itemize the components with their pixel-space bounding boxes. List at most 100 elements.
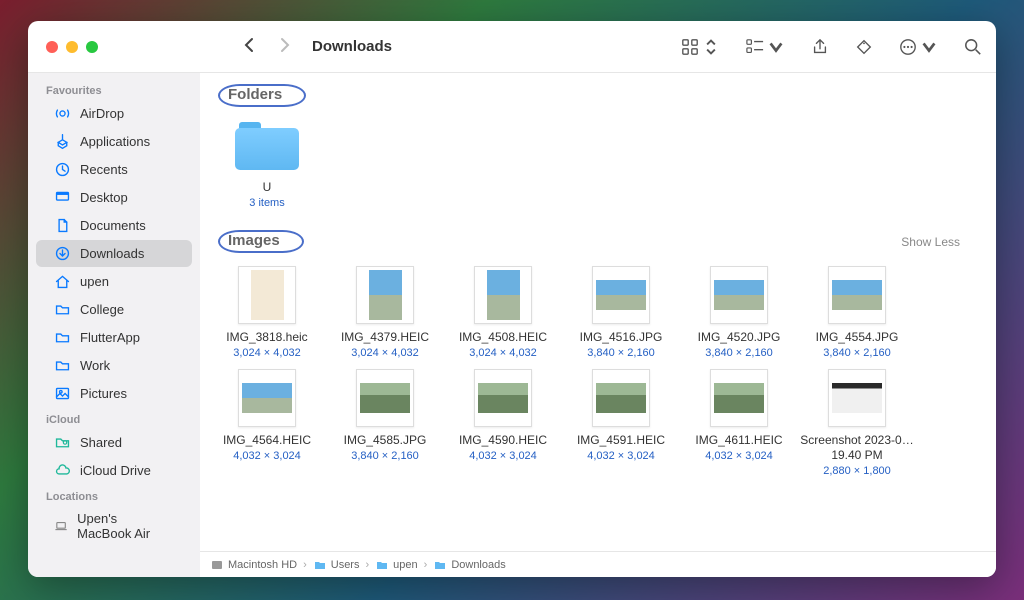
sidebar-item-downloads[interactable]: Downloads	[36, 240, 192, 267]
sidebar-item-flutterapp[interactable]: FlutterApp	[36, 324, 192, 351]
file-item[interactable]: IMG_4585.JPG3,840 × 2,160	[326, 367, 444, 477]
share-button[interactable]	[811, 38, 829, 56]
desktop-icon	[54, 189, 71, 206]
sidebar-item-upen-s-macbook-air[interactable]: Upen's MacBook Air	[36, 506, 192, 546]
file-item[interactable]: IMG_4520.JPG3,840 × 2,160	[680, 264, 798, 359]
breadcrumb-label: Downloads	[451, 559, 505, 571]
item-name: IMG_3818.heic	[208, 330, 326, 345]
item-name: IMG_4611.HEIC	[680, 433, 798, 448]
file-item[interactable]: IMG_4564.HEIC4,032 × 3,024	[208, 367, 326, 477]
action-button[interactable]	[899, 38, 938, 56]
sidebar-item-airdrop[interactable]: AirDrop	[36, 100, 192, 127]
group-header-images[interactable]: Images Show Less	[200, 227, 996, 256]
sidebar-item-label: FlutterApp	[80, 330, 140, 345]
file-item[interactable]: Screenshot 2023-0…19.40 PM 2,880 × 1,800	[798, 367, 916, 477]
item-subtitle: 2,880 × 1,800	[798, 465, 916, 477]
file-item[interactable]: IMG_4554.JPG 3,840 × 2,160	[798, 264, 916, 359]
sidebar-section-label: Favourites	[28, 79, 200, 99]
breadcrumb-label: Macintosh HD	[228, 559, 297, 571]
sidebar-item-documents[interactable]: Documents	[36, 212, 192, 239]
doc-icon	[54, 217, 71, 234]
sidebar-item-label: upen	[80, 274, 109, 289]
item-name: Screenshot 2023-0…19.40 PM	[798, 433, 916, 463]
item-subtitle: 3,024 × 4,032	[326, 347, 444, 359]
item-name: IMG_4516.JPG	[562, 330, 680, 345]
group-button[interactable]	[746, 38, 785, 56]
sidebar-item-pictures[interactable]: Pictures	[36, 380, 192, 407]
close-button[interactable]	[46, 41, 58, 53]
item-subtitle: 3,840 × 2,160	[798, 347, 916, 359]
sidebar-item-upen[interactable]: upen	[36, 268, 192, 295]
main-content: Folders U3 items Images Show Less IMG_3818.h…	[200, 73, 996, 577]
breadcrumb-item[interactable]: Macintosh HD	[210, 558, 297, 572]
folder-icon	[54, 357, 71, 374]
breadcrumb-item[interactable]: upen	[375, 558, 417, 572]
thumbnail	[710, 266, 768, 324]
folder-icon	[54, 301, 71, 318]
breadcrumb-item[interactable]: Users	[313, 558, 360, 572]
file-item[interactable]: IMG_4379.HEIC 3,024 × 4,032	[326, 264, 444, 359]
sidebar-item-work[interactable]: Work	[36, 352, 192, 379]
item-name: IMG_4379.HEIC	[326, 330, 444, 345]
item-subtitle: 4,032 × 3,024	[562, 450, 680, 462]
window-title: Downloads	[312, 38, 392, 55]
titlebar: Downloads	[28, 21, 996, 73]
file-item[interactable]: IMG_4508.HEIC 3,024 × 4,032	[444, 264, 562, 359]
sidebar-item-label: Shared	[80, 435, 122, 450]
group-header-folders[interactable]: Folders	[200, 81, 996, 110]
zoom-button[interactable]	[86, 41, 98, 53]
item-grid: IMG_3818.heic3,024 × 4,032IMG_4379.HEIC3…	[200, 256, 996, 495]
folder-icon	[235, 122, 299, 174]
item-subtitle: 4,032 × 3,024	[208, 450, 326, 462]
disk-icon	[210, 558, 224, 572]
thumbnail	[592, 369, 650, 427]
view-mode-button[interactable]	[681, 38, 720, 56]
thumbnail	[828, 369, 886, 427]
thumbnail	[238, 369, 296, 427]
item-subtitle: 3,024 × 4,032	[444, 347, 562, 359]
sidebar-item-label: College	[80, 302, 124, 317]
breadcrumb-label: upen	[393, 559, 417, 571]
minimize-button[interactable]	[66, 41, 78, 53]
tags-button[interactable]	[855, 38, 873, 56]
sidebar: FavouritesAirDrop Applications Recents Desk…	[28, 73, 200, 577]
sidebar-item-label: Desktop	[80, 190, 128, 205]
folder-icon	[433, 558, 447, 572]
file-item[interactable]: IMG_4611.HEIC4,032 × 3,024	[680, 367, 798, 477]
show-less-button[interactable]: Show Less	[901, 235, 978, 249]
file-item[interactable]: IMG_4590.HEIC4,032 × 3,024	[444, 367, 562, 477]
icloud-icon	[54, 462, 71, 479]
search-button[interactable]	[964, 38, 982, 56]
file-item[interactable]: IMG_3818.heic3,024 × 4,032	[208, 264, 326, 359]
sidebar-item-recents[interactable]: Recents	[36, 156, 192, 183]
sidebar-item-applications[interactable]: Applications	[36, 128, 192, 155]
item-subtitle: 3,840 × 2,160	[326, 450, 444, 462]
item-grid: U3 items	[200, 110, 996, 227]
breadcrumb-item[interactable]: Downloads	[433, 558, 505, 572]
folder-item[interactable]: U3 items	[208, 118, 326, 209]
group-label: Images	[218, 230, 304, 253]
sidebar-item-label: Applications	[80, 134, 150, 149]
breadcrumb-label: Users	[331, 559, 360, 571]
thumbnail	[356, 266, 414, 324]
thumbnail	[592, 266, 650, 324]
laptop-icon	[54, 518, 68, 535]
airdrop-icon	[54, 105, 71, 122]
sidebar-item-label: Work	[80, 358, 110, 373]
shared-icon	[54, 434, 71, 451]
sidebar-section-label: Locations	[28, 485, 200, 505]
file-item[interactable]: IMG_4516.JPG 3,840 × 2,160	[562, 264, 680, 359]
item-name: IMG_4554.JPG	[798, 330, 916, 345]
sidebar-section-label: iCloud	[28, 408, 200, 428]
sidebar-item-icloud-drive[interactable]: iCloud Drive	[36, 457, 192, 484]
item-name: IMG_4508.HEIC	[444, 330, 562, 345]
sidebar-item-college[interactable]: College	[36, 296, 192, 323]
forward-button[interactable]	[276, 37, 292, 56]
sidebar-item-desktop[interactable]: Desktop	[36, 184, 192, 211]
folder-icon	[54, 329, 71, 346]
sidebar-item-shared[interactable]: Shared	[36, 429, 192, 456]
file-item[interactable]: IMG_4591.HEIC4,032 × 3,024	[562, 367, 680, 477]
item-subtitle: 3,840 × 2,160	[680, 347, 798, 359]
back-button[interactable]	[242, 37, 258, 56]
item-subtitle: 3,840 × 2,160	[562, 347, 680, 359]
